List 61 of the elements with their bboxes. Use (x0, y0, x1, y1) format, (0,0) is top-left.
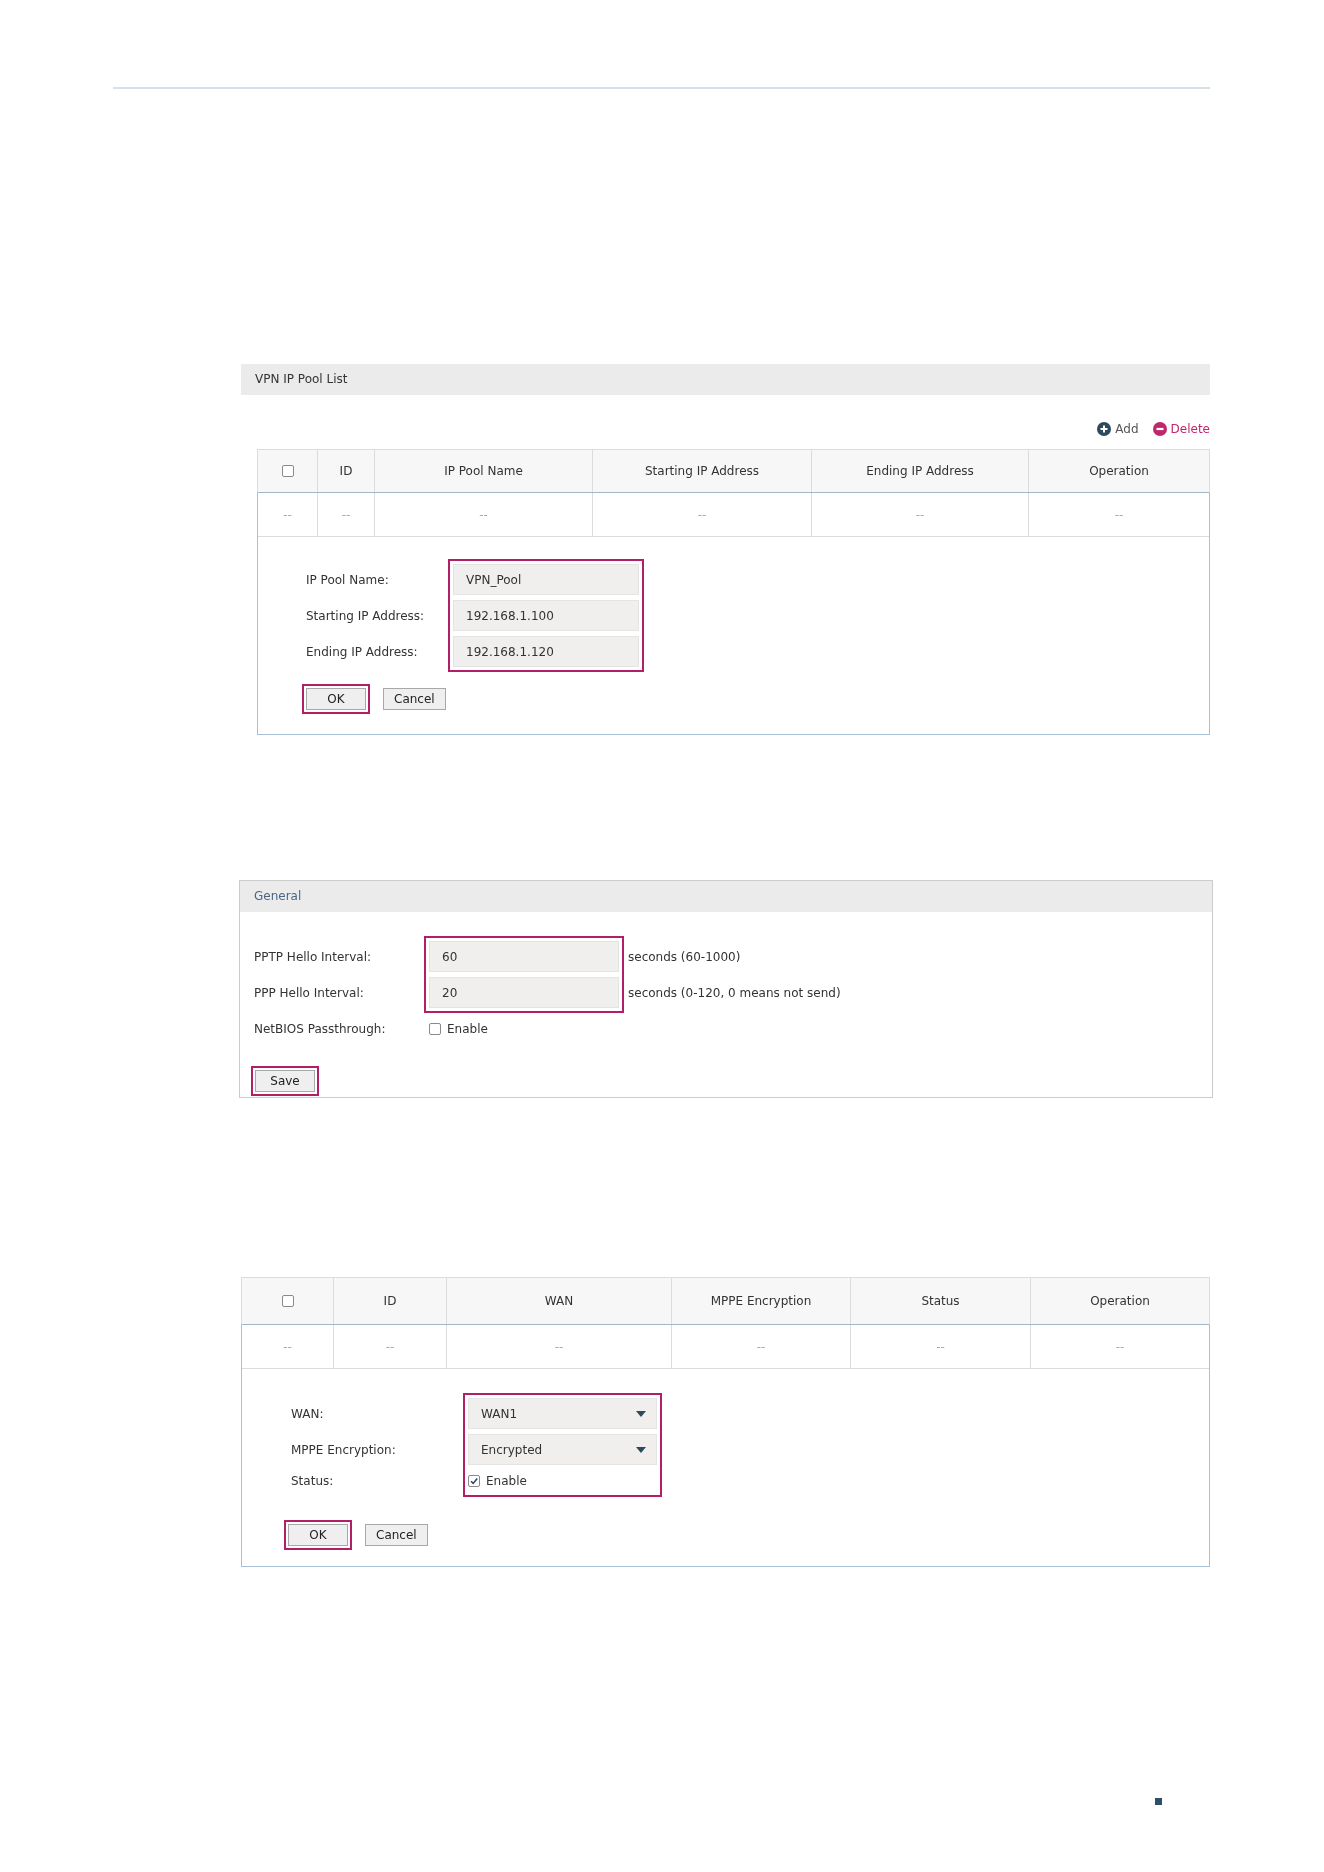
field-label: PPTP Hello Interval: (254, 949, 372, 964)
action-button[interactable]: Cancel (365, 1524, 428, 1546)
caret-icon (636, 1410, 646, 1417)
table-cell: -- (1028, 493, 1209, 536)
table-cell: -- (671, 1325, 850, 1368)
table-cell: -- (592, 493, 811, 536)
table-cell: -- (1030, 1325, 1209, 1368)
field-label: IP Pool Name: (306, 572, 389, 587)
checkbox[interactable] (281, 465, 294, 477)
action-button[interactable]: Save (255, 1070, 315, 1092)
caret-icon (636, 1446, 646, 1453)
action-button[interactable]: OK (288, 1524, 348, 1546)
input-field[interactable]: VPN_Pool (453, 564, 639, 595)
field-label: MPPE Encryption: (291, 1442, 396, 1457)
hint-text: seconds (0-120, 0 means not send) (628, 985, 841, 1000)
table-cell: -- (446, 1325, 671, 1368)
table-cell: -- (374, 493, 592, 536)
input-field[interactable]: 192.168.1.100 (453, 600, 639, 631)
checkbox-label[interactable]: Enable (486, 1474, 527, 1488)
table-cell: -- (333, 1325, 446, 1368)
column-header: Status (850, 1278, 1030, 1324)
minus-circle-icon (1152, 422, 1167, 436)
table-cell: -- (850, 1325, 1030, 1368)
column-header: ID (333, 1278, 446, 1324)
panel-header: VPN IP Pool List (241, 364, 1210, 395)
column-header: ID (317, 450, 374, 492)
hint-text: seconds (60-1000) (628, 949, 741, 964)
delete-button[interactable]: Delete (1152, 421, 1210, 437)
input-field[interactable]: 192.168.1.120 (453, 636, 639, 667)
dropdown[interactable]: WAN1 (468, 1398, 657, 1429)
field-label: WAN: (291, 1406, 324, 1421)
field-label: Status: (291, 1474, 334, 1488)
panel-header: General (240, 881, 1212, 912)
checkbox[interactable] (429, 1023, 441, 1035)
table-cell: -- (811, 493, 1028, 536)
table-cell-text: -- (282, 506, 293, 524)
checkbox[interactable] (468, 1475, 480, 1487)
table-cell-text: -- (282, 1338, 293, 1356)
dropdown[interactable]: Encrypted (468, 1434, 657, 1465)
table-cell: -- (317, 493, 374, 536)
action-button[interactable]: Cancel (383, 688, 446, 710)
input-field[interactable]: 20 (429, 977, 619, 1008)
column-header: MPPE Encryption (671, 1278, 850, 1324)
column-header: Operation (1028, 450, 1209, 492)
column-header: Operation (1030, 1278, 1209, 1324)
column-header: WAN (446, 1278, 671, 1324)
field-label: NetBIOS Passthrough: (254, 1022, 386, 1036)
column-header: IP Pool Name (374, 450, 592, 492)
add-button[interactable]: Add (1097, 421, 1139, 437)
column-header: Ending IP Address (811, 450, 1028, 492)
field-label: PPP Hello Interval: (254, 985, 364, 1000)
field-label: Starting IP Address: (306, 608, 425, 623)
input-field[interactable]: 60 (429, 941, 619, 972)
square-bullet-icon (1155, 1798, 1162, 1805)
column-header: Starting IP Address (592, 450, 811, 492)
action-button[interactable]: OK (306, 688, 366, 710)
checkbox[interactable] (281, 1295, 294, 1307)
plus-circle-icon (1097, 422, 1112, 436)
checkmark-icon (469, 1476, 479, 1486)
checkbox-label[interactable]: Enable (447, 1022, 488, 1036)
field-label: Ending IP Address: (306, 644, 418, 659)
